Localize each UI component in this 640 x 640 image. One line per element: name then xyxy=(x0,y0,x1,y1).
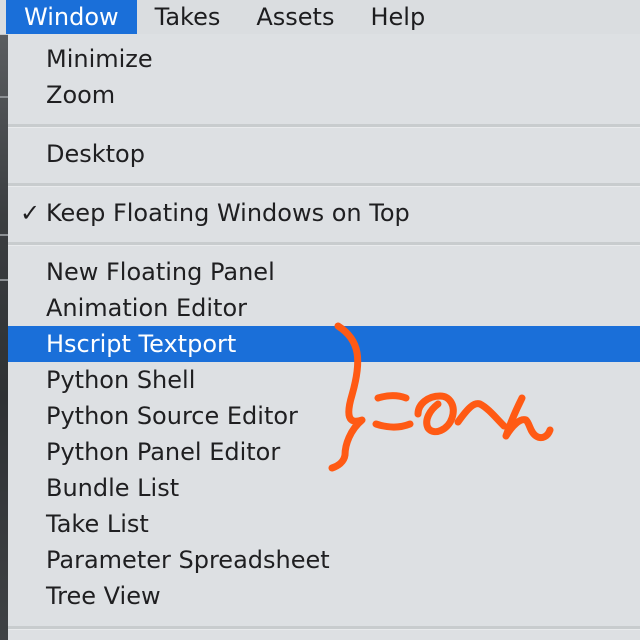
screen: Window Takes Assets Help Minimize Zoom D… xyxy=(0,0,640,640)
menubar-help[interactable]: Help xyxy=(352,0,443,34)
app-edge-mark xyxy=(0,96,8,98)
menu-separator xyxy=(8,626,640,630)
menu-item-tree-view[interactable]: Tree View xyxy=(8,578,640,614)
menu-item-keep-floating-on-top[interactable]: ✓ Keep Floating Windows on Top xyxy=(8,195,640,231)
menu-separator xyxy=(8,242,640,246)
menu-item-take-list[interactable]: Take List xyxy=(8,506,640,542)
menubar-assets[interactable]: Assets xyxy=(238,0,352,34)
app-edge-mark xyxy=(0,234,8,236)
menu-item-python-shell[interactable]: Python Shell xyxy=(8,362,640,398)
app-edge-mark xyxy=(0,279,8,281)
menu-bar: Window Takes Assets Help xyxy=(0,0,640,35)
menu-item-python-source-editor[interactable]: Python Source Editor xyxy=(8,398,640,434)
menu-item-desktop[interactable]: Desktop xyxy=(8,136,640,172)
menu-item-bundle-list[interactable]: Bundle List xyxy=(8,470,640,506)
menu-item-new-floating-panel[interactable]: New Floating Panel xyxy=(8,254,640,290)
menu-item-zoom[interactable]: Zoom xyxy=(8,77,640,113)
menu-item-label: Keep Floating Windows on Top xyxy=(46,199,410,227)
menu-separator xyxy=(8,124,640,128)
background-app-window xyxy=(0,34,8,640)
checkmark-icon: ✓ xyxy=(20,199,41,227)
menubar-window[interactable]: Window xyxy=(6,0,137,34)
menu-item-parameter-spreadsheet[interactable]: Parameter Spreadsheet xyxy=(8,542,640,578)
menu-separator xyxy=(8,183,640,187)
menu-item-animation-editor[interactable]: Animation Editor xyxy=(8,290,640,326)
window-menu-dropdown: Minimize Zoom Desktop ✓ Keep Floating Wi… xyxy=(8,34,640,640)
menu-item-python-panel-editor[interactable]: Python Panel Editor xyxy=(8,434,640,470)
menu-item-hscript-textport[interactable]: Hscript Textport xyxy=(8,326,640,362)
menu-item-minimize[interactable]: Minimize xyxy=(8,41,640,77)
menubar-takes[interactable]: Takes xyxy=(137,0,239,34)
